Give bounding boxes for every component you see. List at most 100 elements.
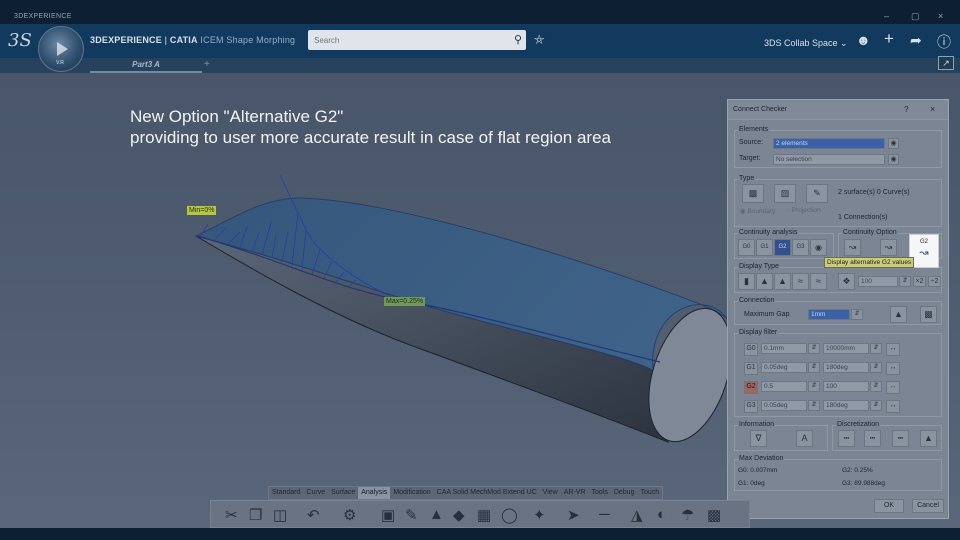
search-input[interactable] (308, 30, 504, 50)
divide-two-button[interactable]: ÷2 (928, 276, 941, 287)
section-modification[interactable]: Modification (390, 487, 433, 499)
minimize-icon[interactable]: – (884, 11, 889, 21)
filter-row-min[interactable]: 0.05deg (761, 400, 807, 411)
discretization-fine-button[interactable]: ▲ (920, 430, 937, 447)
section-ar-vr[interactable]: AR-VR (561, 487, 589, 499)
overlap-button[interactable]: ◉ (810, 239, 827, 256)
paste-icon[interactable]: ◫ (273, 506, 287, 524)
surface-curve-button[interactable]: ▨ (774, 184, 796, 203)
tag-icon[interactable]: ⛤ (534, 32, 544, 48)
display-comb-button[interactable]: ▲ (774, 273, 791, 290)
reflection-icon[interactable]: ◐ (657, 506, 666, 523)
highlight-lines-icon[interactable]: ▦ (477, 506, 491, 524)
mapping-icon[interactable]: ◮ (631, 506, 643, 524)
discretization-coarse-button[interactable]: ┅ (864, 430, 881, 447)
amplitude-spinner[interactable]: ⇵ (899, 276, 911, 287)
g1-button[interactable]: G1 (756, 239, 773, 256)
section-surface[interactable]: Surface (328, 487, 358, 499)
section-debug[interactable]: Debug (611, 487, 638, 499)
max-gap-spinner[interactable]: ⇵ (851, 309, 863, 320)
filter-row-min[interactable]: 0.5 (761, 381, 807, 392)
target-select-icon[interactable]: ◉ (888, 154, 899, 165)
help-icon[interactable]: ⓘ (937, 32, 951, 52)
filter-row-max[interactable]: 100 (823, 381, 869, 392)
source-field[interactable]: 2 elements (773, 138, 885, 149)
play-icon[interactable] (57, 42, 68, 56)
info-text-button[interactable]: A (796, 430, 813, 447)
info-min-max-button[interactable]: ∇ (750, 430, 767, 447)
expand-viewport-icon[interactable]: ↗ (938, 56, 954, 70)
filter-row-min[interactable]: 0.1mm (761, 343, 807, 354)
filter-range-button[interactable]: ↔ (886, 362, 900, 375)
discretization-medium-button[interactable]: ┅ (892, 430, 909, 447)
environment-icon[interactable]: ▩ (707, 506, 721, 524)
section-curve[interactable]: Curve (303, 487, 328, 499)
display-spikes-button[interactable]: ≈ (810, 273, 827, 290)
collab-space-selector[interactable]: 3DS Collab Space ⌄ (764, 38, 848, 49)
dialog-help-icon[interactable]: ? (904, 105, 908, 114)
projection-radio[interactable]: ○ Projection (786, 207, 821, 214)
option-g2-button[interactable]: ↝ (880, 239, 897, 256)
search-icon[interactable]: ⚲ (514, 33, 522, 46)
display-limited-color-button[interactable]: ▲ (756, 273, 773, 290)
section-touch[interactable]: Touch (637, 487, 662, 499)
boundary-radio[interactable]: ◉ Boundary (740, 207, 775, 215)
arrow-analysis-icon[interactable]: ➤ (567, 506, 580, 524)
filter-max-spinner[interactable]: ⇵ (870, 381, 882, 392)
filter-row-max[interactable]: 180deg (823, 362, 869, 373)
surface-analysis-icon[interactable]: ◆ (453, 506, 465, 524)
add-tab-icon[interactable]: + (204, 59, 210, 70)
draft-analysis-icon[interactable]: ▲ (429, 506, 444, 523)
filter-min-spinner[interactable]: ⇵ (808, 343, 820, 354)
internal-edges-button[interactable]: ▲ (890, 306, 907, 323)
close-window-icon[interactable]: × (938, 11, 943, 21)
display-full-color-button[interactable]: ▮ (738, 273, 755, 290)
option-g1-button[interactable]: ↝ (844, 239, 861, 256)
multiply-two-button[interactable]: ×2 (913, 276, 926, 287)
cancel-button[interactable]: Cancel (912, 499, 944, 513)
plus-icon[interactable]: + (884, 29, 894, 49)
auto-scale-button[interactable]: ❖ (838, 273, 855, 290)
discretization-light-button[interactable]: ┅ (838, 430, 855, 447)
source-select-icon[interactable]: ◉ (888, 138, 899, 149)
filter-row-tag[interactable]: G0 (744, 343, 758, 356)
filter-max-spinner[interactable]: ⇵ (870, 343, 882, 354)
filter-min-spinner[interactable]: ⇵ (808, 400, 820, 411)
curve-curve-button[interactable]: ✎ (806, 184, 828, 203)
section-tools[interactable]: Tools (589, 487, 611, 499)
connect-checker-icon[interactable]: ▣ (381, 506, 395, 524)
target-field[interactable]: No selection (773, 154, 885, 165)
filter-row-max[interactable]: 10000mm (823, 343, 869, 354)
filter-range-button[interactable]: ↔ (886, 400, 900, 413)
amplitude-field[interactable]: 100 (858, 276, 898, 287)
curvature-analysis-icon[interactable]: ✎ (405, 506, 418, 524)
filter-row-tag[interactable]: G1 (744, 362, 758, 375)
maximize-window-icon[interactable]: ▢ (911, 11, 920, 22)
compass-widget[interactable]: V.R (38, 26, 84, 72)
surface-surface-button[interactable]: ▩ (742, 184, 764, 203)
user-icon[interactable]: ☻ (856, 32, 871, 48)
filter-range-button[interactable]: ↔ (886, 343, 900, 356)
share-icon[interactable]: ➦ (910, 32, 922, 49)
update-icon[interactable]: ⚙ (343, 506, 356, 524)
section-analysis[interactable]: Analysis (358, 487, 391, 499)
filter-row-tag[interactable]: G2 (744, 381, 758, 394)
filter-max-spinner[interactable]: ⇵ (870, 362, 882, 373)
ok-button[interactable]: OK (874, 499, 904, 513)
filter-min-spinner[interactable]: ⇵ (808, 381, 820, 392)
filter-min-spinner[interactable]: ⇵ (808, 362, 820, 373)
section-caa-solid[interactable]: CAA Solid MechMod Extend UC (434, 487, 540, 499)
dialog-close-icon[interactable]: × (930, 104, 935, 114)
display-envelope-button[interactable]: ≈ (792, 273, 809, 290)
section-standard[interactable]: Standard (269, 487, 303, 499)
g0-button[interactable]: G0 (738, 239, 755, 256)
filter-row-tag[interactable]: G3 (744, 400, 758, 413)
measure-icon[interactable]: ✦ (533, 506, 546, 524)
quick-mode-button[interactable]: ▩ (920, 306, 937, 323)
g3-button[interactable]: G3 (792, 239, 809, 256)
lamp-icon[interactable]: ☂ (681, 506, 694, 524)
cylinder-icon[interactable]: ◯ (501, 506, 518, 524)
filter-range-button[interactable]: ↔ (886, 381, 900, 394)
tab-part3[interactable]: Part3 A (90, 58, 202, 73)
ruler-icon[interactable]: ─ (599, 506, 610, 523)
